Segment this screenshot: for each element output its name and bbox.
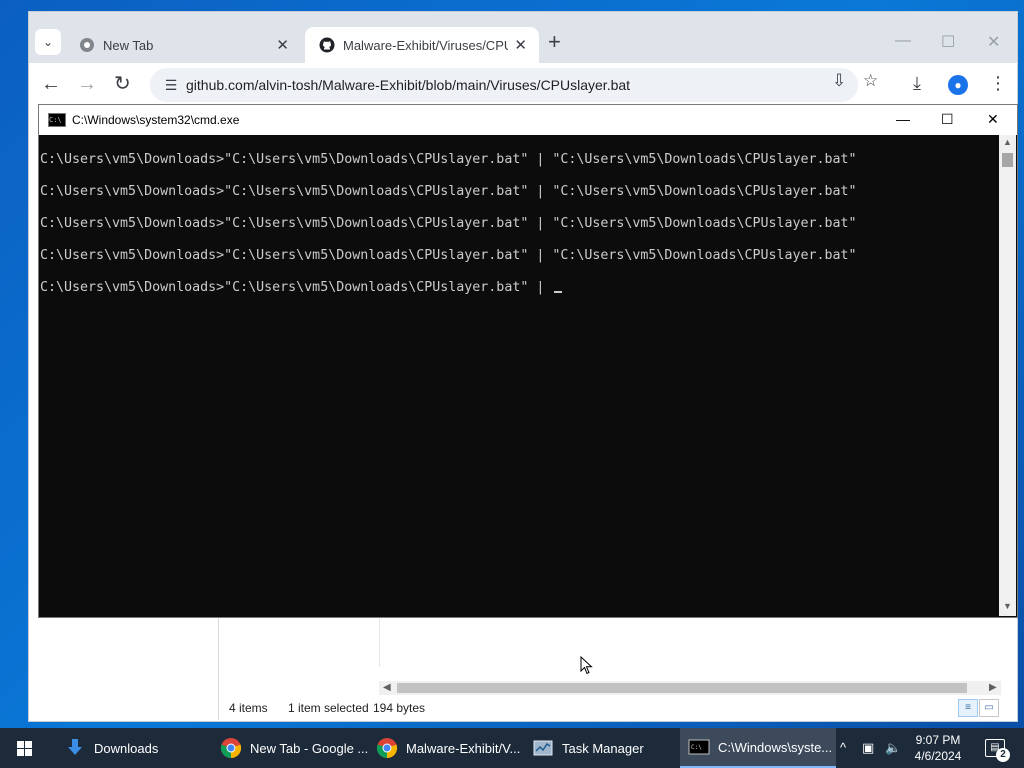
cmd-maximize-button[interactable]: ☐ xyxy=(941,111,954,128)
url-text[interactable]: github.com/alvin-tosh/Malware-Exhibit/bl… xyxy=(186,77,630,93)
reload-button[interactable]: ↻ xyxy=(114,73,131,95)
selection-size: 194 bytes xyxy=(373,701,426,715)
tab-title: Malware-Exhibit/Viruses/CPUsl xyxy=(343,37,509,53)
taskbar-item-cmd[interactable]: C:\ C:\Windows\syste... xyxy=(680,728,836,768)
tab-close-button[interactable]: ✕ xyxy=(276,36,289,54)
details-view-icon[interactable]: ≡ xyxy=(958,699,978,717)
github-icon xyxy=(319,37,335,53)
scroll-up-icon[interactable]: ▲ xyxy=(1003,137,1012,147)
scroll-right-icon[interactable]: ▶ xyxy=(989,681,997,695)
chevron-down-icon: ⌄ xyxy=(42,35,54,49)
back-button[interactable]: ← xyxy=(41,73,61,95)
new-tab-button[interactable]: + xyxy=(548,31,561,53)
console-line: C:\Users\vm5\Downloads>"C:\Users\vm5\Dow… xyxy=(40,248,857,263)
system-clock[interactable]: 9:07 PM 4/6/2024 xyxy=(908,732,968,764)
chrome-icon xyxy=(80,38,94,52)
taskbar-item-label: New Tab - Google ... xyxy=(250,740,368,756)
maximize-button[interactable]: ☐ xyxy=(941,32,955,52)
taskbar-item-label: Downloads xyxy=(94,740,159,756)
explorer-status-bar: 4 items 1 item selected 194 bytes xyxy=(229,701,425,715)
volume-muted-icon[interactable]: 🔈 xyxy=(885,740,901,756)
tab-malware-exhibit[interactable]: Malware-Exhibit/Viruses/CPUsl ✕ xyxy=(305,27,539,63)
cmd-title-bar[interactable]: C:\ C:\Windows\system32\cmd.exe — ☐ ✕ xyxy=(39,105,1017,135)
mouse-pointer-icon xyxy=(580,656,593,675)
svg-text:C:\: C:\ xyxy=(691,744,702,751)
cmd-minimize-button[interactable]: — xyxy=(896,111,910,127)
chrome-icon xyxy=(220,738,242,759)
minimize-button[interactable]: — xyxy=(895,32,911,50)
clock-time: 9:07 PM xyxy=(915,733,961,747)
taskbar: Downloads New Tab - Google ... Malware-E… xyxy=(0,728,1024,768)
site-info-icon[interactable]: ☰ xyxy=(156,77,186,94)
start-button[interactable] xyxy=(0,728,48,768)
scroll-left-icon[interactable]: ◀ xyxy=(383,681,391,695)
taskbar-item-label: Task Manager xyxy=(562,740,644,756)
cmd-icon: C:\ xyxy=(688,739,710,755)
vertical-scrollbar[interactable]: ▲ ▼ xyxy=(999,135,1016,616)
cmd-icon: C:\ xyxy=(48,113,66,127)
scrollbar-thumb[interactable] xyxy=(397,683,967,693)
windows-logo-icon xyxy=(16,740,32,756)
downloads-icon[interactable]: ⤓ xyxy=(913,73,921,94)
task-manager-icon xyxy=(533,740,553,756)
console-line: C:\Users\vm5\Downloads>"C:\Users\vm5\Dow… xyxy=(40,184,857,199)
file-explorer-window: ◀ ▶ 4 items 1 item selected 194 bytes ≡ … xyxy=(218,605,1004,720)
taskbar-item-task-manager[interactable]: Task Manager xyxy=(524,728,680,768)
scrollbar-thumb[interactable] xyxy=(1002,153,1013,167)
cmd-title: C:\Windows\system32\cmd.exe xyxy=(72,113,240,127)
console-line: C:\Users\vm5\Downloads>"C:\Users\vm5\Dow… xyxy=(40,280,553,295)
close-button[interactable]: ✕ xyxy=(987,32,1000,52)
large-icons-view-icon[interactable]: ▭ xyxy=(979,699,999,717)
profile-avatar-icon[interactable]: ● xyxy=(948,75,968,95)
taskbar-item-chrome-newtab[interactable]: New Tab - Google ... xyxy=(212,728,368,768)
scroll-down-icon[interactable]: ▼ xyxy=(1003,601,1012,611)
notification-count-badge: 2 xyxy=(996,748,1010,762)
download-arrow-icon xyxy=(68,739,82,755)
taskbar-item-chrome-malware[interactable]: Malware-Exhibit/V... xyxy=(368,728,524,768)
console-line: C:\Users\vm5\Downloads>"C:\Users\vm5\Dow… xyxy=(40,216,857,231)
horizontal-scrollbar[interactable]: ◀ ▶ xyxy=(379,681,1001,695)
console-prompt-line: C:\Users\vm5\Downloads>"C:\Users\vm5\Dow… xyxy=(40,280,563,295)
install-app-icon[interactable]: ⇩ xyxy=(832,71,846,91)
forward-button[interactable]: → xyxy=(77,73,97,95)
chrome-icon xyxy=(376,738,398,759)
cmd-close-button[interactable]: ✕ xyxy=(987,111,999,128)
console-output[interactable]: C:\Users\vm5\Downloads>"C:\Users\vm5\Dow… xyxy=(39,135,999,616)
text-cursor xyxy=(554,291,563,293)
tab-close-button[interactable]: ✕ xyxy=(514,36,527,54)
network-icon[interactable]: ▣ xyxy=(862,740,874,756)
selection-count: 1 item selected xyxy=(288,701,369,715)
bookmark-star-icon[interactable]: ☆ xyxy=(863,71,878,91)
address-bar[interactable]: ☰ github.com/alvin-tosh/Malware-Exhibit/… xyxy=(150,68,858,102)
clock-date: 4/6/2024 xyxy=(914,749,962,763)
tab-strip: ⌄ New Tab ✕ Malware-Exhibit/Viruses/CPUs… xyxy=(29,12,1017,63)
cmd-window: C:\ C:\Windows\system32\cmd.exe — ☐ ✕ C:… xyxy=(38,104,1018,618)
tab-title: New Tab xyxy=(103,37,154,53)
show-hidden-icons-icon[interactable]: ^ xyxy=(840,740,846,755)
taskbar-item-label: Malware-Exhibit/V... xyxy=(406,740,521,756)
console-line: C:\Users\vm5\Downloads>"C:\Users\vm5\Dow… xyxy=(40,152,857,167)
tab-search-button[interactable]: ⌄ xyxy=(35,29,61,55)
browser-toolbar: ← → ↻ ☰ github.com/alvin-tosh/Malware-Ex… xyxy=(29,63,1017,107)
taskbar-item-label: C:\Windows\syste... xyxy=(718,739,833,755)
item-count: 4 items xyxy=(229,701,268,715)
more-menu-icon[interactable]: ⋮ xyxy=(989,73,1007,94)
tab-new-tab[interactable]: New Tab ✕ xyxy=(65,27,301,63)
taskbar-item-downloads[interactable]: Downloads xyxy=(56,728,212,768)
